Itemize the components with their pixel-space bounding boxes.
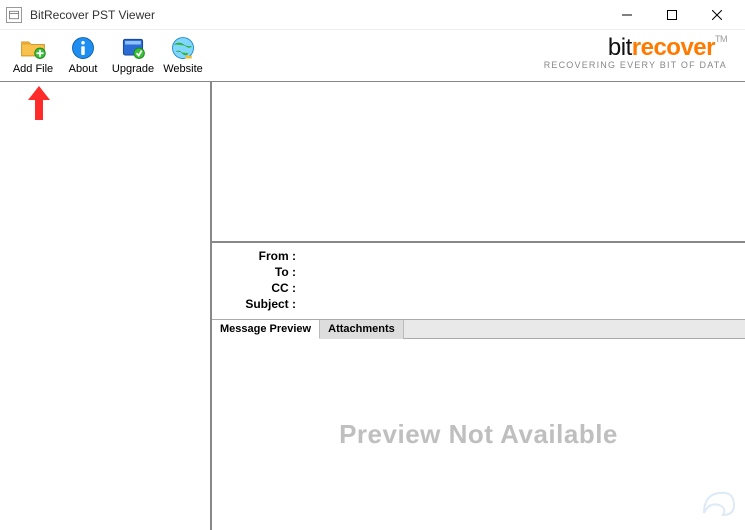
brand-name: bitrecoverTM <box>544 34 727 62</box>
subject-value <box>300 297 735 311</box>
preview-body: Preview Not Available <box>212 339 745 530</box>
preview-tabs: Message Preview Attachments <box>212 319 745 339</box>
from-value <box>300 249 735 263</box>
watermark-icon <box>699 483 739 526</box>
maximize-button[interactable] <box>649 1 694 29</box>
cc-label: CC : <box>222 281 300 295</box>
about-label: About <box>69 63 98 75</box>
about-button[interactable]: About <box>58 32 108 77</box>
subject-label: Subject : <box>222 297 300 311</box>
brand-part1: bit <box>608 34 632 61</box>
preview-not-available-text: Preview Not Available <box>339 419 618 450</box>
upgrade-icon <box>119 34 147 62</box>
brand-tm: TM <box>715 34 727 44</box>
message-headers: From : To : CC : Subject : <box>212 243 745 319</box>
titlebar: BitRecover PST Viewer <box>0 0 745 30</box>
window-title: BitRecover PST Viewer <box>30 8 155 22</box>
right-pane: From : To : CC : Subject : Message Previ… <box>212 82 745 530</box>
cc-value <box>300 281 735 295</box>
info-icon <box>69 34 97 62</box>
website-button[interactable]: Website <box>158 32 208 77</box>
to-value <box>300 265 735 279</box>
tab-message-preview[interactable]: Message Preview <box>212 320 320 339</box>
message-list[interactable] <box>212 81 745 243</box>
content-area: From : To : CC : Subject : Message Previ… <box>0 82 745 530</box>
upgrade-label: Upgrade <box>112 63 154 75</box>
add-file-button[interactable]: Add File <box>8 32 58 77</box>
website-label: Website <box>163 63 203 75</box>
from-label: From : <box>222 249 300 263</box>
toolbar: Add File About Upgrade Website bitrecove… <box>0 30 745 82</box>
tab-attachments[interactable]: Attachments <box>320 320 404 339</box>
upgrade-button[interactable]: Upgrade <box>108 32 158 77</box>
minimize-button[interactable] <box>604 1 649 29</box>
brand-logo: bitrecoverTM RECOVERING EVERY BIT OF DAT… <box>544 34 727 70</box>
to-label: To : <box>222 265 300 279</box>
brand-tagline: RECOVERING EVERY BIT OF DATA <box>544 60 727 70</box>
brand-part2: recover <box>632 34 715 61</box>
folder-add-icon <box>19 34 47 62</box>
globe-icon <box>169 34 197 62</box>
window-controls <box>604 1 739 29</box>
annotation-arrow-icon <box>28 86 50 123</box>
add-file-label: Add File <box>13 63 53 75</box>
close-button[interactable] <box>694 1 739 29</box>
tree-pane[interactable] <box>0 82 212 530</box>
app-icon <box>6 7 22 23</box>
